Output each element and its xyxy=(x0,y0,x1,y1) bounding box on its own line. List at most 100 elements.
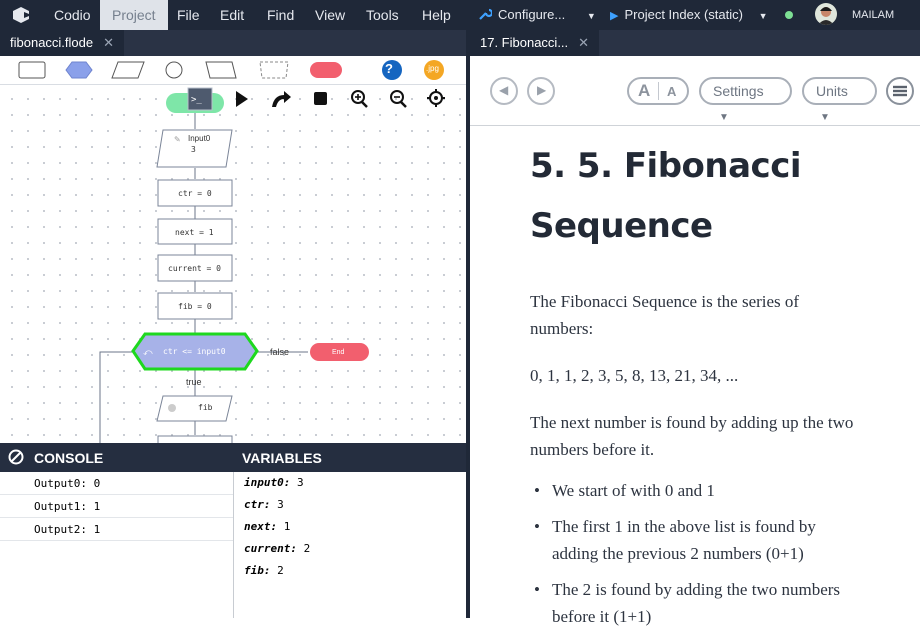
process-node-partial[interactable] xyxy=(157,435,233,443)
menubar: Codio Project File Edit Find View Tools … xyxy=(0,0,920,30)
console-row: Output0: 0 xyxy=(0,472,233,495)
units-dropdown[interactable]: Units ▼ xyxy=(802,77,877,123)
output-text-fib: fib xyxy=(198,403,213,412)
paragraph: The Fibonacci Sequence is the series of … xyxy=(530,292,800,338)
variable-name: fib: xyxy=(244,564,271,577)
font-smaller-button[interactable]: A xyxy=(667,80,676,104)
decision-text: ctr <= input0 xyxy=(163,347,226,356)
process-text-ctr: ctr = 0 xyxy=(178,189,212,198)
list-item: The 2 is found by adding the two numbers… xyxy=(530,576,860,630)
variable-name: ctr: xyxy=(244,498,271,511)
decision-shape-icon[interactable] xyxy=(65,61,93,79)
guide-article: 5. 5. Fibonacci Sequence The Fibonacci Se… xyxy=(530,136,860,639)
flowchart-canvas[interactable]: >_ ✎ Input0 3 ctr = 0 next = 1 current =… xyxy=(0,85,466,443)
avatar[interactable] xyxy=(815,3,837,25)
variable-value: 2 xyxy=(303,542,311,555)
variable-row: fib: 2 xyxy=(234,560,466,582)
variables-title: VARIABLES xyxy=(242,450,322,466)
loop-icon: ⤺ xyxy=(143,347,153,357)
tab-label: fibonacci.flode xyxy=(10,35,94,50)
pencil-icon: ✎ xyxy=(174,135,181,144)
variable-row: next: 1 xyxy=(234,516,466,538)
paragraph: The next number is found by adding up th… xyxy=(530,413,854,459)
hamburger-icon xyxy=(893,85,907,97)
chevron-left-icon: ◀ xyxy=(499,83,509,97)
center-view-icon[interactable] xyxy=(427,89,445,107)
guide-menu-button[interactable] xyxy=(886,77,914,105)
prev-page-button[interactable]: ◀ xyxy=(490,77,518,105)
units-label: Units xyxy=(816,83,848,99)
process-shape-icon[interactable] xyxy=(18,61,46,79)
end-label: End xyxy=(332,349,345,356)
variable-value: 3 xyxy=(296,476,304,489)
menu-edit[interactable]: Edit xyxy=(208,0,256,30)
codio-logo-icon[interactable] xyxy=(10,5,32,25)
variable-name: current: xyxy=(244,542,297,555)
variables-panel: input0: 3 ctr: 3 next: 1 current: 2 fib:… xyxy=(233,472,466,618)
terminal-shape-icon[interactable] xyxy=(310,62,342,78)
loop-shape-icon[interactable] xyxy=(205,61,237,79)
shape-palette: ? .jpg xyxy=(0,56,466,85)
page-title: 5. 5. Fibonacci Sequence xyxy=(530,136,860,256)
zoom-in-icon[interactable] xyxy=(351,90,368,108)
console-row: Output1: 1 xyxy=(0,495,233,518)
connector-shape-icon[interactable] xyxy=(165,61,183,79)
menu-help[interactable]: Help xyxy=(410,0,463,30)
close-icon[interactable]: ✕ xyxy=(578,35,589,50)
chevron-down-icon: ▼ xyxy=(719,112,729,123)
help-label: ? xyxy=(385,61,393,76)
font-larger-button[interactable]: A xyxy=(638,79,650,103)
font-size-toggle: A A xyxy=(627,77,689,105)
menu-find[interactable]: Find xyxy=(255,0,306,30)
false-label: false xyxy=(270,347,289,357)
stop-icon[interactable] xyxy=(314,92,327,105)
close-icon[interactable]: ✕ xyxy=(103,35,114,50)
variable-value: 3 xyxy=(277,498,284,511)
console-row: Output2: 1 xyxy=(0,518,233,541)
jpg-label: .jpg xyxy=(426,64,439,73)
tab-label: 17. Fibonacci... xyxy=(480,35,569,50)
username[interactable]: MAILAM xyxy=(852,0,894,30)
input-value: 3 xyxy=(191,145,196,154)
menu-file[interactable]: File xyxy=(165,0,212,30)
project-index-menu[interactable]: ▶ Project Index (static) ▼ xyxy=(610,0,768,30)
title-line-1: 5. 5. Fibonacci xyxy=(530,146,802,186)
chevron-down-icon: ▼ xyxy=(820,112,830,123)
variable-row: input0: 3 xyxy=(234,472,466,494)
process-text-fib: fib = 0 xyxy=(178,302,212,311)
menu-project[interactable]: Project xyxy=(100,0,168,30)
zoom-out-icon[interactable] xyxy=(390,90,407,108)
run-icon[interactable] xyxy=(236,91,248,107)
flowchart-editor: ? .jpg >_ ✎ Input0 3 ctr = 0 next = 1 cu… xyxy=(0,56,466,618)
list-item: We start of with 0 and 1 xyxy=(530,477,860,504)
menu-tools[interactable]: Tools xyxy=(354,0,411,30)
io-shape-icon[interactable] xyxy=(111,61,145,79)
wrench-icon xyxy=(479,8,494,20)
input-label: Input0 xyxy=(188,134,211,143)
configure-menu[interactable]: Configure... ▼ xyxy=(478,0,596,30)
tab-fibonacci-guide[interactable]: 17. Fibonacci... ✕ xyxy=(470,30,600,56)
next-page-button[interactable]: ▶ xyxy=(527,77,555,105)
settings-dropdown[interactable]: Settings ▼ xyxy=(699,77,792,123)
chevron-down-icon: ▼ xyxy=(586,11,596,21)
process-text-current: current = 0 xyxy=(168,264,221,273)
project-index-label: Project Index (static) xyxy=(624,7,743,22)
dashed-shape-icon[interactable] xyxy=(259,61,289,79)
guide-pane: ◀ ▶ A A Settings ▼ Units ▼ 5. 5. Fibonac… xyxy=(470,56,920,626)
console-header: CONSOLE VARIABLES xyxy=(0,443,466,472)
tab-fibonacci-flode[interactable]: fibonacci.flode ✕ xyxy=(0,30,125,56)
title-line-2: Sequence xyxy=(530,206,713,246)
variable-value: 1 xyxy=(283,520,291,533)
clear-console-icon[interactable] xyxy=(8,449,24,465)
menu-view[interactable]: View xyxy=(303,0,357,30)
output-icon xyxy=(168,404,176,412)
step-icon[interactable] xyxy=(272,91,291,107)
variable-name: next: xyxy=(244,520,278,533)
settings-label: Settings xyxy=(713,83,764,99)
menu-codio[interactable]: Codio xyxy=(42,0,103,30)
console-panel: Output0: 0 Output1: 1 Output2: 1 input0:… xyxy=(0,472,466,618)
variable-row: current: 2 xyxy=(234,538,466,560)
chevron-down-icon: ▼ xyxy=(758,11,768,21)
true-label: true xyxy=(186,377,202,387)
guide-toolbar: ◀ ▶ A A Settings ▼ Units ▼ xyxy=(470,56,920,126)
